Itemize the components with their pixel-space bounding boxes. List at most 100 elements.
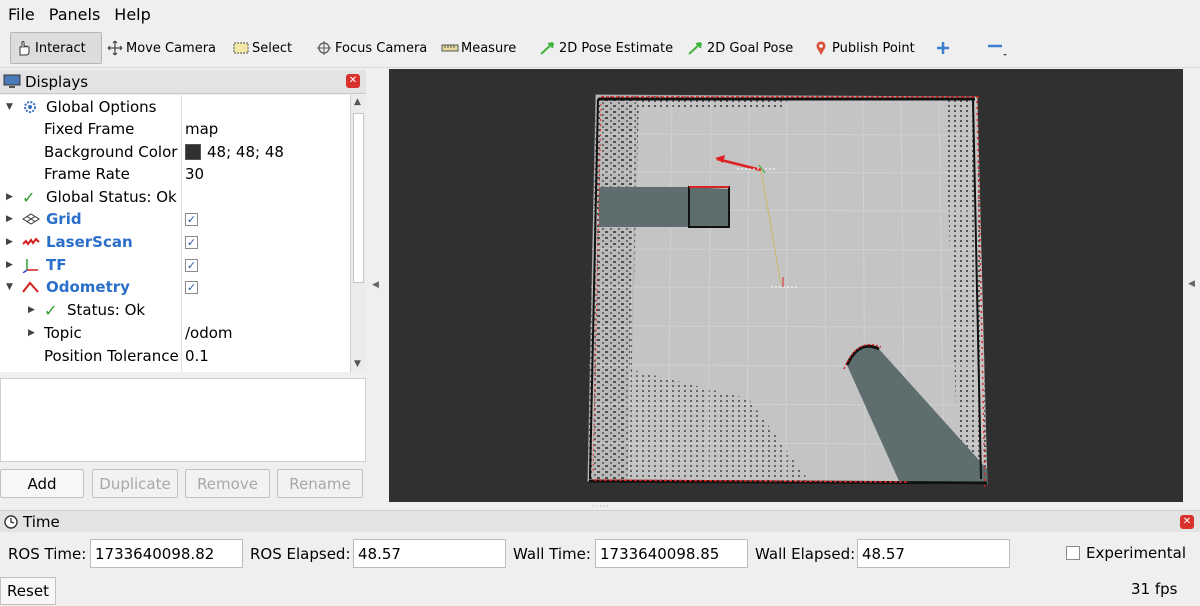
- topic-value[interactable]: /odom: [185, 324, 233, 342]
- wall-time-field[interactable]: 1733640098.85: [595, 539, 748, 568]
- 2d-goal-pose-label: 2D Goal Pose: [707, 40, 794, 56]
- position-tolerance-value[interactable]: 0.1: [185, 347, 209, 365]
- color-swatch: [185, 144, 201, 160]
- gear-icon: [24, 101, 36, 113]
- menubar: File Panels Help: [0, 0, 1200, 28]
- map-render: [587, 94, 988, 490]
- grid-icon: [22, 213, 40, 225]
- right-splitter[interactable]: ◀: [1183, 69, 1200, 502]
- menu-panels[interactable]: Panels: [45, 5, 105, 24]
- select-icon: [233, 42, 249, 54]
- select-tool-button[interactable]: Select: [232, 32, 292, 64]
- fixed-frame-value[interactable]: map: [185, 120, 218, 138]
- ros-time-label: ROS Time:: [8, 545, 87, 563]
- 2d-pose-estimate-label: 2D Pose Estimate: [559, 40, 674, 56]
- 2d-goal-pose-tool-button[interactable]: 2D Goal Pose: [687, 32, 793, 64]
- checkmark-icon: ✓: [44, 300, 58, 320]
- collapse-arrow-icon[interactable]: ▼: [6, 102, 13, 112]
- grid-checkbox[interactable]: ✓: [185, 212, 198, 226]
- move-camera-tool-button[interactable]: Move Camera: [106, 32, 216, 64]
- displays-title: Displays: [25, 72, 89, 91]
- remove-display-button[interactable]: Remove: [185, 469, 270, 498]
- displays-close-button[interactable]: ✕: [346, 74, 360, 88]
- laserscan-checkbox[interactable]: ✓: [185, 235, 198, 249]
- interact-tool-button[interactable]: Interact: [10, 32, 102, 64]
- odometry-status-label: Status: Ok: [67, 301, 146, 319]
- publish-point-tool-button[interactable]: Publish Point: [812, 32, 915, 64]
- tf-axes-icon: [22, 259, 38, 273]
- tf-label: TF: [46, 256, 67, 274]
- focus-camera-label: Focus Camera: [335, 40, 428, 56]
- tree-row-global-status[interactable]: ▶ ✓ Global Status: Ok: [0, 186, 350, 208]
- tree-row-tf[interactable]: ▶ TF ✓: [0, 254, 350, 276]
- collapse-arrow-icon[interactable]: ▼: [6, 282, 13, 292]
- expand-arrow-icon[interactable]: ▶: [6, 192, 13, 202]
- expand-arrow-icon[interactable]: ▶: [6, 237, 13, 247]
- plus-icon: [937, 42, 949, 54]
- focus-camera-icon: [317, 41, 331, 55]
- time-panel-header: Time ✕: [0, 510, 1200, 532]
- interact-label: Interact: [35, 40, 86, 56]
- grid-label: Grid: [46, 210, 82, 228]
- green-arrow-icon: [688, 42, 702, 55]
- expand-arrow-icon[interactable]: ▶: [6, 214, 13, 224]
- reset-button[interactable]: Reset: [0, 577, 56, 605]
- render-viewport[interactable]: [389, 69, 1183, 502]
- ros-elapsed-field[interactable]: 48.57: [353, 539, 506, 568]
- focus-camera-tool-button[interactable]: Focus Camera: [315, 32, 427, 64]
- background-color-value[interactable]: 48; 48; 48: [185, 143, 284, 161]
- tree-row-odometry-status[interactable]: ▶ ✓ Status: Ok: [0, 299, 350, 321]
- tree-row-position-tolerance[interactable]: Position Tolerance 0.1: [0, 345, 350, 367]
- background-color-label: Background Color: [44, 143, 178, 161]
- tree-row-fixed-frame[interactable]: Fixed Frame map: [0, 118, 350, 140]
- publish-point-label: Publish Point: [832, 40, 915, 56]
- expand-arrow-icon[interactable]: ▶: [6, 260, 13, 270]
- tree-row-topic[interactable]: ▶ Topic /odom: [0, 322, 350, 344]
- expand-arrow-icon[interactable]: ▶: [28, 305, 35, 315]
- position-tolerance-label: Position Tolerance: [44, 347, 179, 365]
- scroll-down-icon[interactable]: ▼: [354, 359, 361, 369]
- experimental-checkbox[interactable]: [1066, 546, 1080, 560]
- scroll-up-icon[interactable]: ▲: [354, 97, 361, 107]
- remove-tool-button[interactable]: [985, 32, 1011, 64]
- rename-display-button[interactable]: Rename: [277, 469, 363, 498]
- monitor-icon: [3, 74, 21, 88]
- tree-row-grid[interactable]: ▶ Grid ✓: [0, 208, 350, 230]
- add-tool-button[interactable]: [934, 32, 954, 64]
- menu-file[interactable]: File: [4, 5, 39, 24]
- duplicate-display-button[interactable]: Duplicate: [92, 469, 178, 498]
- tree-row-global-options[interactable]: ▼ Global Options: [0, 96, 350, 118]
- time-close-button[interactable]: ✕: [1180, 515, 1194, 529]
- odometry-icon: [22, 281, 39, 293]
- add-display-button[interactable]: Add: [0, 469, 84, 498]
- menu-help[interactable]: Help: [110, 5, 154, 24]
- tf-checkbox[interactable]: ✓: [185, 258, 198, 272]
- tree-row-odometry[interactable]: ▼ Odometry ✓: [0, 276, 350, 298]
- ruler-icon: [441, 44, 459, 52]
- time-title: Time: [23, 512, 60, 531]
- select-label: Select: [252, 40, 293, 56]
- 2d-pose-estimate-tool-button[interactable]: 2D Pose Estimate: [539, 32, 673, 64]
- scrollbar-thumb[interactable]: [353, 113, 364, 283]
- wall-time-label: Wall Time:: [513, 545, 591, 563]
- fixed-frame-label: Fixed Frame: [44, 120, 135, 138]
- tree-row-frame-rate[interactable]: Frame Rate 30: [0, 163, 350, 185]
- displays-scrollbar[interactable]: ▲ ▼: [350, 95, 366, 372]
- measure-tool-button[interactable]: Measure: [441, 32, 516, 64]
- odometry-checkbox[interactable]: ✓: [185, 280, 198, 294]
- move-camera-icon: [107, 40, 123, 56]
- checkmark-icon: ✓: [22, 187, 36, 207]
- tree-row-laserscan[interactable]: ▶ LaserScan ✓: [0, 231, 350, 253]
- collapse-left-icon[interactable]: ◀: [372, 280, 379, 290]
- wall-elapsed-field[interactable]: 48.57: [857, 539, 1010, 568]
- topic-label: Topic: [44, 324, 82, 342]
- clock-icon: [4, 514, 18, 529]
- hand-icon: [19, 41, 30, 56]
- frame-rate-value[interactable]: 30: [185, 165, 204, 183]
- tree-row-background-color[interactable]: Background Color 48; 48; 48: [0, 141, 350, 163]
- laserscan-icon: [22, 237, 40, 246]
- ros-time-field[interactable]: 1733640098.82: [90, 539, 243, 568]
- global-options-label: Global Options: [46, 98, 157, 116]
- expand-arrow-icon[interactable]: ▶: [28, 328, 35, 338]
- expand-right-icon[interactable]: ◀: [1188, 279, 1195, 289]
